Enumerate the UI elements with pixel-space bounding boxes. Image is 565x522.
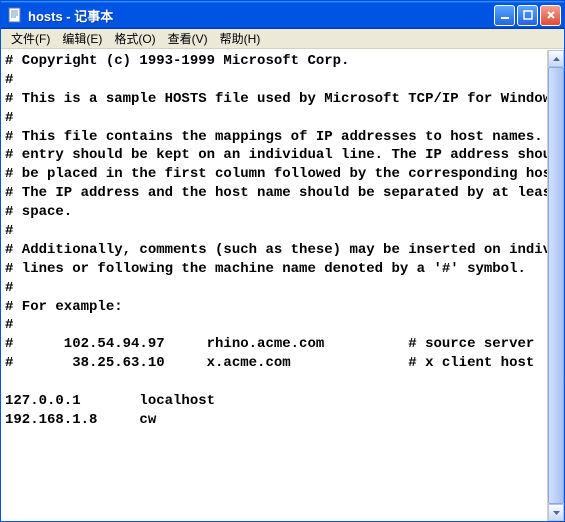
titlebar[interactable]: hosts - 记事本	[1, 1, 564, 29]
window-controls	[494, 5, 561, 26]
notepad-window: hosts - 记事本 文件(F) 编辑(E) 格式(O) 查看(V) 帮助(H…	[0, 0, 565, 522]
scroll-up-button[interactable]	[548, 50, 564, 67]
menu-format[interactable]: 格式(O)	[108, 28, 161, 49]
vertical-scrollbar[interactable]	[547, 50, 564, 521]
scroll-thumb[interactable]	[548, 67, 564, 504]
menu-edit[interactable]: 编辑(E)	[56, 28, 108, 49]
text-editor[interactable]: # Copyright (c) 1993-1999 Microsoft Corp…	[1, 50, 547, 521]
minimize-button[interactable]	[494, 5, 515, 26]
content-area: # Copyright (c) 1993-1999 Microsoft Corp…	[1, 49, 564, 521]
close-button[interactable]	[540, 5, 561, 26]
menu-file[interactable]: 文件(F)	[5, 28, 56, 49]
menu-view[interactable]: 查看(V)	[162, 28, 214, 49]
window-title: hosts - 记事本	[28, 6, 494, 25]
notepad-icon	[7, 7, 23, 23]
maximize-button[interactable]	[517, 5, 538, 26]
menubar: 文件(F) 编辑(E) 格式(O) 查看(V) 帮助(H)	[1, 29, 564, 49]
scroll-track[interactable]	[548, 67, 564, 504]
menu-help[interactable]: 帮助(H)	[214, 28, 267, 49]
scroll-down-button[interactable]	[548, 504, 564, 521]
